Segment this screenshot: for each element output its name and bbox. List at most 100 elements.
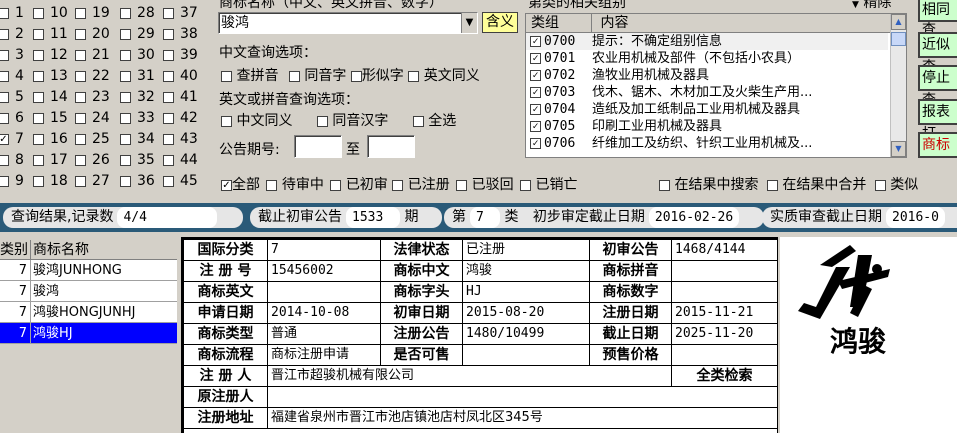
number-option-24[interactable]: 24 bbox=[75, 108, 115, 129]
checkbox-pending[interactable] bbox=[266, 179, 278, 191]
number-option-37[interactable]: 37 bbox=[163, 3, 203, 24]
checkbox-number-17[interactable] bbox=[33, 154, 44, 166]
checkbox-number-1[interactable] bbox=[0, 7, 9, 19]
stop-search-button[interactable]: 停止查 bbox=[918, 65, 957, 108]
number-option-23[interactable]: 23 bbox=[75, 87, 115, 108]
checkbox-number-13[interactable] bbox=[33, 70, 44, 82]
checkbox-homophone-hanzi[interactable] bbox=[316, 115, 328, 127]
category-checkbox[interactable] bbox=[530, 87, 541, 98]
scroll-thumb[interactable] bbox=[891, 32, 906, 46]
checkbox-all[interactable] bbox=[221, 179, 232, 191]
checkbox-number-19[interactable] bbox=[75, 7, 86, 19]
number-option-17[interactable]: 17 bbox=[33, 150, 73, 171]
category-row[interactable]: 0705 印刷工业用机械及器具 bbox=[526, 118, 888, 135]
number-option-38[interactable]: 38 bbox=[163, 24, 203, 45]
checkbox-number-14[interactable] bbox=[33, 91, 44, 103]
number-option-29[interactable]: 29 bbox=[120, 24, 160, 45]
checkbox-number-26[interactable] bbox=[75, 154, 86, 166]
number-option-19[interactable]: 19 bbox=[75, 3, 115, 24]
checkbox-number-33[interactable] bbox=[120, 112, 131, 124]
number-option-33[interactable]: 33 bbox=[120, 108, 160, 129]
number-option-12[interactable]: 12 bbox=[33, 45, 73, 66]
same-search-button[interactable]: 相同查 bbox=[918, 0, 957, 38]
checkbox-number-43[interactable] bbox=[163, 133, 174, 145]
checkbox-en-synonym[interactable] bbox=[408, 70, 420, 82]
number-option-39[interactable]: 39 bbox=[163, 45, 203, 66]
checkbox-cancelled[interactable] bbox=[520, 179, 532, 191]
number-option-25[interactable]: 25 bbox=[75, 129, 115, 150]
result-row[interactable]: 7 鸿骏HONGJUNHJ bbox=[0, 302, 177, 323]
category-checkbox[interactable] bbox=[530, 138, 541, 149]
category-checkbox[interactable] bbox=[530, 70, 541, 81]
result-row[interactable]: 7 骏鸿 bbox=[0, 281, 177, 302]
category-row[interactable]: 0706 纤维加工及纺织、针织工业用机械及... bbox=[526, 135, 888, 152]
number-option-32[interactable]: 32 bbox=[120, 87, 160, 108]
checkbox-number-25[interactable] bbox=[75, 133, 86, 145]
checkbox-number-34[interactable] bbox=[120, 133, 131, 145]
number-option-44[interactable]: 44 bbox=[163, 150, 203, 171]
number-option-36[interactable]: 36 bbox=[120, 171, 160, 192]
checkbox-number-39[interactable] bbox=[163, 49, 174, 61]
checkbox-number-23[interactable] bbox=[75, 91, 86, 103]
checkbox-number-2[interactable] bbox=[0, 28, 9, 40]
checkbox-number-36[interactable] bbox=[120, 175, 131, 187]
checkbox-number-44[interactable] bbox=[163, 154, 174, 166]
caret-down-icon[interactable]: ▼ bbox=[852, 0, 859, 10]
search-input[interactable]: 骏鸿 ▼ bbox=[218, 12, 478, 34]
checkbox-number-15[interactable] bbox=[33, 112, 44, 124]
report-print-button[interactable]: 报表打 bbox=[918, 99, 957, 142]
number-option-41[interactable]: 41 bbox=[163, 87, 203, 108]
checkbox-similar-shape[interactable] bbox=[350, 70, 362, 82]
number-option-30[interactable]: 30 bbox=[120, 45, 160, 66]
number-option-35[interactable]: 35 bbox=[120, 150, 160, 171]
number-option-45[interactable]: 45 bbox=[163, 171, 203, 192]
number-option-43[interactable]: 43 bbox=[163, 129, 203, 150]
similar-search-button[interactable]: 近似查 bbox=[918, 32, 957, 75]
category-list[interactable]: 类组 内容 0700 提示：不确定组别信息 0701 农业用机械及部件（不包括小农具）… bbox=[525, 13, 907, 158]
number-option-13[interactable]: 13 bbox=[33, 66, 73, 87]
checkbox-number-16[interactable] bbox=[33, 133, 44, 145]
checkbox-number-41[interactable] bbox=[163, 91, 174, 103]
checkbox-number-42[interactable] bbox=[163, 112, 174, 124]
checkbox-number-35[interactable] bbox=[120, 154, 131, 166]
category-checkbox[interactable] bbox=[530, 53, 541, 64]
checkbox-prelim[interactable] bbox=[330, 179, 342, 191]
category-checkbox[interactable] bbox=[530, 104, 541, 115]
number-option-21[interactable]: 21 bbox=[75, 45, 115, 66]
number-option-15[interactable]: 15 bbox=[33, 108, 73, 129]
checkbox-pinyin[interactable] bbox=[221, 70, 232, 82]
checkbox-merge-results[interactable] bbox=[766, 179, 778, 191]
checkbox-number-37[interactable] bbox=[163, 7, 174, 19]
scroll-up-icon[interactable]: ▲ bbox=[891, 14, 906, 30]
checkbox-number-5[interactable] bbox=[0, 91, 9, 103]
number-option-14[interactable]: 14 bbox=[33, 87, 73, 108]
checkbox-number-9[interactable] bbox=[0, 175, 9, 187]
checkbox-rejected[interactable] bbox=[456, 179, 468, 191]
number-option-11[interactable]: 11 bbox=[33, 24, 73, 45]
checkbox-number-30[interactable] bbox=[120, 49, 131, 61]
checkbox-number-27[interactable] bbox=[75, 175, 86, 187]
checkbox-homophone[interactable] bbox=[288, 70, 300, 82]
checkbox-number-18[interactable] bbox=[33, 175, 44, 187]
checkbox-select-all[interactable] bbox=[412, 115, 424, 127]
all-class-search-link[interactable]: 全类检索 bbox=[672, 366, 778, 387]
checkbox-number-32[interactable] bbox=[120, 91, 131, 103]
number-option-40[interactable]: 40 bbox=[163, 66, 203, 87]
checkbox-number-29[interactable] bbox=[120, 28, 131, 40]
result-row[interactable]: 7 鸿骏HJ bbox=[0, 323, 177, 344]
checkbox-number-22[interactable] bbox=[75, 70, 86, 82]
trademark-button[interactable]: 商标 bbox=[918, 132, 957, 158]
checkbox-number-40[interactable] bbox=[163, 70, 174, 82]
number-option-16[interactable]: 16 bbox=[33, 129, 73, 150]
checkbox-registered[interactable] bbox=[392, 179, 404, 191]
checkbox-number-11[interactable] bbox=[33, 28, 44, 40]
number-option-42[interactable]: 42 bbox=[163, 108, 203, 129]
checkbox-number-21[interactable] bbox=[75, 49, 86, 61]
number-option-31[interactable]: 31 bbox=[120, 66, 160, 87]
category-row[interactable]: 0700 提示：不确定组别信息 bbox=[526, 33, 888, 50]
checkbox-number-28[interactable] bbox=[120, 7, 131, 19]
checkbox-number-8[interactable] bbox=[0, 154, 9, 166]
checkbox-number-7[interactable] bbox=[0, 133, 9, 145]
category-scrollbar[interactable]: ▲ ▼ bbox=[890, 14, 906, 157]
category-checkbox[interactable] bbox=[530, 36, 541, 47]
